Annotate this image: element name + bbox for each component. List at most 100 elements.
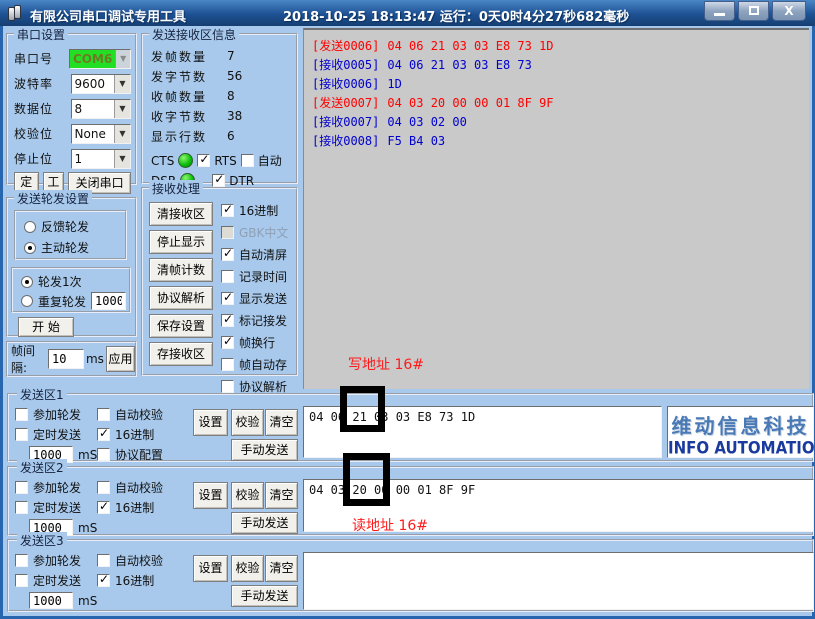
auto-label: 自动: [258, 152, 282, 169]
clear-frame-count-button[interactable]: 清帧计数: [149, 258, 213, 282]
titlebar: 有限公司串口调试专用工具 2018-10-25 18:13:47 运行：0天0时…: [0, 0, 815, 26]
timed-send-checkbox[interactable]: [15, 501, 28, 514]
check-button[interactable]: 校验: [231, 409, 264, 436]
manual-send-button[interactable]: 手动发送: [231, 512, 298, 534]
protocol-config-checkbox[interactable]: [97, 448, 110, 461]
receive-display[interactable]: [发送0006]04 06 21 03 03 E8 73 1D [接收0005]…: [303, 28, 809, 389]
maximize-icon: [749, 6, 759, 15]
parity-row: 校验位 None ▼: [8, 121, 135, 146]
send-interval-input[interactable]: [29, 592, 73, 609]
rts-checkbox[interactable]: [197, 154, 210, 167]
close-button[interactable]: X: [772, 1, 806, 21]
cts-label: CTS: [151, 154, 174, 168]
databits-row: 数据位 8 ▼: [8, 96, 135, 121]
port-select[interactable]: COM6 ▼: [69, 49, 131, 69]
poll-repeat-label: 重复轮发: [38, 293, 86, 310]
show-send-checkbox[interactable]: [221, 292, 234, 305]
manual-send-button[interactable]: 手动发送: [231, 439, 298, 461]
poll-once-radio[interactable]: [21, 276, 33, 288]
stopbits-select[interactable]: 1 ▼: [71, 149, 131, 169]
dtr-checkbox[interactable]: [212, 174, 225, 187]
repeat-count-input[interactable]: [91, 292, 126, 310]
auto-check-checkbox[interactable]: [97, 408, 110, 421]
minimize-button[interactable]: [704, 1, 735, 21]
minimize-icon: [714, 13, 725, 16]
record-time-checkbox[interactable]: [221, 270, 234, 283]
write-address-annotation: 写地址 16#: [348, 354, 424, 374]
cb-label: 显示发送: [239, 290, 287, 307]
cb-label: 标记接发: [239, 312, 287, 329]
group-title: 发送区2: [17, 459, 67, 476]
group-title: 发送区1: [17, 386, 67, 403]
stat-row: 显示行数 6: [143, 126, 296, 146]
timed-send-checkbox[interactable]: [15, 574, 28, 587]
rx-line: [发送0007]04 03 20 00 00 01 8F 9F: [312, 94, 809, 113]
protocol-parse-checkbox[interactable]: [221, 380, 234, 393]
poll-settings-group: 发送轮发设置 反馈轮发 主动轮发 轮发1次 重复轮发: [6, 197, 137, 337]
logo-chinese: 维动信息科技: [668, 410, 813, 439]
join-poll-checkbox[interactable]: [15, 554, 28, 567]
group-title: 串口设置: [14, 26, 68, 43]
protocol-parse-button[interactable]: 协议解析: [149, 286, 213, 310]
stat-value: 56: [227, 69, 242, 83]
chevron-down-icon[interactable]: ▼: [114, 150, 130, 168]
hex-checkbox[interactable]: [97, 574, 110, 587]
interval-input[interactable]: [48, 349, 84, 369]
auto-clear-checkbox[interactable]: [221, 248, 234, 261]
clear-button[interactable]: 清空: [265, 482, 298, 509]
frame-autosave-checkbox[interactable]: [221, 358, 234, 371]
auto-checkbox[interactable]: [241, 154, 254, 167]
app-icon: [7, 5, 23, 21]
send-area-1: 发送区1 参加轮发 定时发送 mS 自动校验 16进制 协议配置 设置 校验 清…: [7, 393, 814, 462]
set-button[interactable]: 设置: [193, 555, 228, 582]
manual-send-button[interactable]: 手动发送: [231, 585, 298, 607]
group-title: 接收处理: [149, 180, 203, 197]
chevron-down-icon[interactable]: ▼: [114, 125, 130, 143]
start-button[interactable]: 开 始: [18, 317, 74, 337]
maximize-button[interactable]: [738, 1, 769, 21]
databits-select[interactable]: 8 ▼: [71, 99, 131, 119]
txrx-info-group: 发送接收区信息 发帧数量 7 发字节数 56 收帧数量 8 收字节数 38: [141, 33, 298, 184]
chevron-down-icon[interactable]: ▼: [115, 50, 130, 68]
stopbits-row: 停止位 1 ▼: [8, 146, 135, 171]
baud-label: 波特率: [14, 75, 71, 92]
chevron-down-icon[interactable]: ▼: [114, 75, 130, 93]
save-settings-button[interactable]: 保存设置: [149, 314, 213, 338]
save-receive-button[interactable]: 存接收区: [149, 342, 213, 366]
group-title: 发送区3: [17, 532, 67, 549]
baud-select[interactable]: 9600 ▼: [71, 74, 131, 94]
serial-settings-group: 串口设置 串口号 COM6 ▼ 波特率 9600 ▼: [6, 33, 137, 185]
join-poll-checkbox[interactable]: [15, 408, 28, 421]
hex-checkbox[interactable]: [97, 501, 110, 514]
check-button[interactable]: 校验: [231, 555, 264, 582]
hex-checkbox[interactable]: [221, 204, 234, 217]
auto-check-checkbox[interactable]: [97, 554, 110, 567]
apply-button[interactable]: 应用: [106, 346, 135, 372]
auto-check-checkbox[interactable]: [97, 481, 110, 494]
poll-repeat-radio[interactable]: [21, 295, 33, 307]
mark-txrx-checkbox[interactable]: [221, 314, 234, 327]
parity-select[interactable]: None ▼: [71, 124, 131, 144]
timed-send-checkbox[interactable]: [15, 428, 28, 441]
active-poll-radio[interactable]: [24, 242, 36, 254]
hex-checkbox[interactable]: [97, 428, 110, 441]
rx-line: [发送0006]04 06 21 03 03 E8 73 1D: [312, 37, 809, 56]
set-button[interactable]: 设置: [193, 409, 228, 436]
clear-receive-button[interactable]: 清接收区: [149, 202, 213, 226]
join-poll-checkbox[interactable]: [15, 481, 28, 494]
set-button[interactable]: 设置: [193, 482, 228, 509]
feedback-poll-radio[interactable]: [24, 221, 36, 233]
send-content-3[interactable]: [303, 552, 814, 610]
feedback-poll-label: 反馈轮发: [41, 218, 89, 235]
cb-label: 记录时间: [239, 268, 287, 285]
stat-value: 8: [227, 89, 235, 103]
rx-line: [接收0007]04 03 02 00: [312, 113, 809, 132]
clear-button[interactable]: 清空: [265, 555, 298, 582]
stat-value: 7: [227, 49, 235, 63]
clear-button[interactable]: 清空: [265, 409, 298, 436]
frame-newline-checkbox[interactable]: [221, 336, 234, 349]
chevron-down-icon[interactable]: ▼: [114, 100, 130, 118]
stat-value: 6: [227, 129, 235, 143]
stop-display-button[interactable]: 停止显示: [149, 230, 213, 254]
check-button[interactable]: 校验: [231, 482, 264, 509]
